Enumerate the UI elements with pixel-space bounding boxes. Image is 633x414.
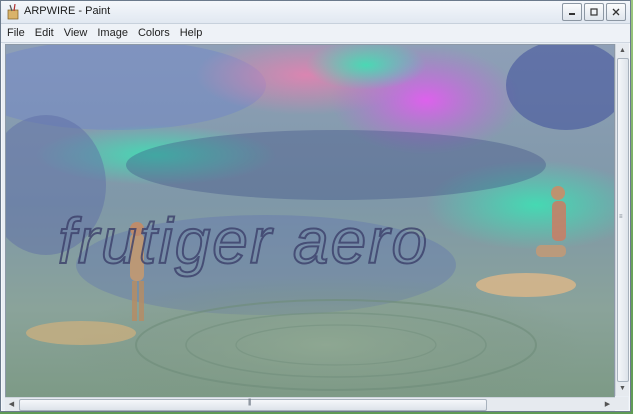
scroll-left-arrow[interactable]: ◀ <box>5 398 18 411</box>
menu-image[interactable]: Image <box>93 24 132 42</box>
size-grip[interactable] <box>615 397 628 410</box>
menu-bar: File Edit View Image Colors Help <box>1 24 630 43</box>
window-title: ARPWIRE - Paint <box>24 5 111 17</box>
vertical-scroll-thumb[interactable] <box>617 58 629 382</box>
close-icon <box>612 8 620 16</box>
maximize-button[interactable] <box>584 3 604 21</box>
maximize-icon <box>590 8 598 16</box>
menu-file[interactable]: File <box>3 24 29 42</box>
scroll-up-arrow[interactable]: ▲ <box>616 44 629 57</box>
paint-window: ARPWIRE - Paint File Edit View Image Col… <box>0 0 631 412</box>
caption-buttons <box>562 3 626 21</box>
title-bar[interactable]: ARPWIRE - Paint <box>1 1 630 24</box>
paint-app-icon <box>7 4 19 20</box>
menu-edit[interactable]: Edit <box>31 24 58 42</box>
minimize-button[interactable] <box>562 3 582 21</box>
drawing-canvas[interactable]: frutiger aero <box>5 44 615 398</box>
menu-view[interactable]: View <box>60 24 92 42</box>
canvas-overlay-text: frutiger aero <box>58 205 429 277</box>
vertical-grip-icon: ≡ <box>619 214 623 220</box>
canvas-image: frutiger aero <box>6 45 614 397</box>
horizontal-scroll-thumb[interactable] <box>19 399 487 411</box>
minimize-icon <box>569 13 575 15</box>
horizontal-scrollbar[interactable]: ◀ ||| ▶ <box>5 397 615 411</box>
scroll-down-arrow[interactable]: ▼ <box>616 382 629 395</box>
vertical-scrollbar[interactable]: ▲ ≡ ▼ <box>615 44 629 396</box>
menu-help[interactable]: Help <box>176 24 207 42</box>
horizontal-grip-icon: ||| <box>248 399 252 406</box>
scroll-right-arrow[interactable]: ▶ <box>601 398 614 411</box>
close-button[interactable] <box>606 3 626 21</box>
menu-colors[interactable]: Colors <box>134 24 174 42</box>
